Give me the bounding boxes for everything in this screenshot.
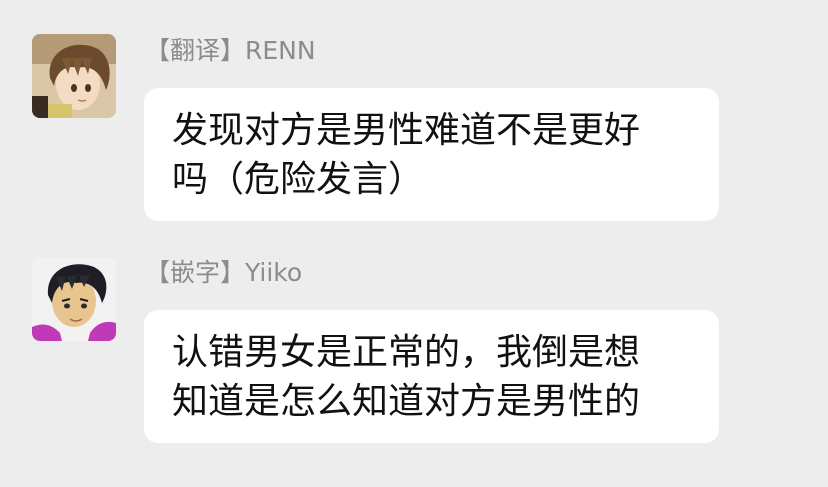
message-text-line: 知道是怎么知道对方是男性的: [172, 381, 641, 422]
avatar[interactable]: [32, 34, 116, 118]
message-text-line: 吗（危险发言）: [172, 159, 425, 200]
message-text-line: 发现对方是男性难道不是更好: [172, 110, 641, 151]
anime-boy-brown-hair-avatar-icon: [32, 34, 116, 118]
sender-name: 【翻译】RENN: [145, 36, 316, 65]
message-bubble[interactable]: 认错男女是正常的，我倒是想 知道是怎么知道对方是男性的: [144, 310, 719, 443]
sender-name: 【嵌字】Yiiko: [145, 258, 303, 287]
anime-boy-dark-hair-avatar-icon: [32, 257, 116, 341]
avatar[interactable]: [32, 257, 116, 341]
message-bubble[interactable]: 发现对方是男性难道不是更好 吗（危险发言）: [144, 88, 719, 221]
message-text-line: 认错男女是正常的，我倒是想: [172, 332, 641, 373]
